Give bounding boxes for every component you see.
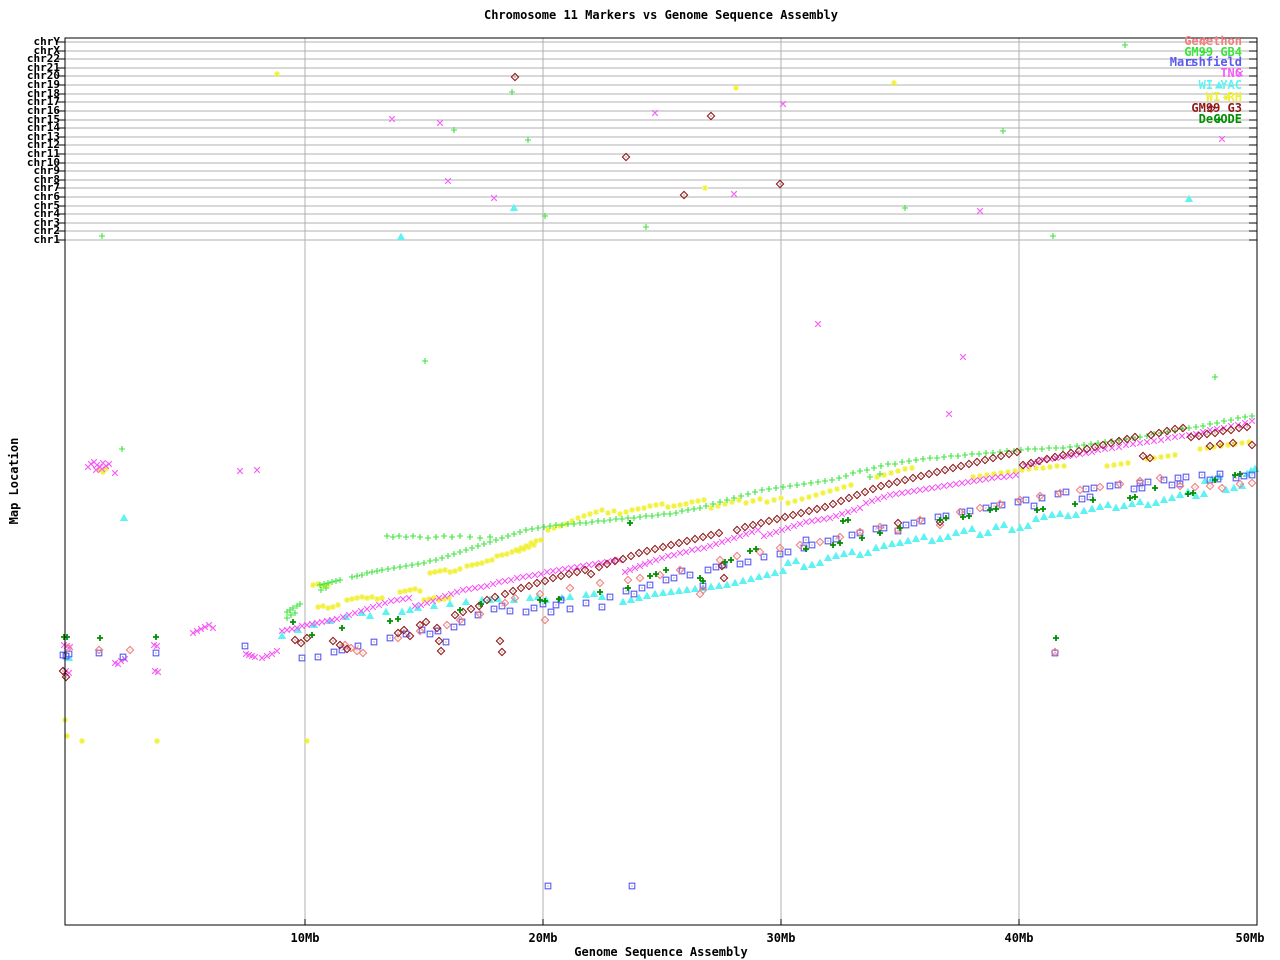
x-tick-label-10Mb: 10Mb (290, 931, 320, 945)
series-wi-rh (62, 71, 1252, 744)
chart-root: Chromosome 11 Markers vs Genome Sequence… (0, 0, 1280, 960)
series-wi-yac (64, 194, 1260, 661)
y-tick-label-chr1: chr1 (33, 233, 61, 246)
x-tick-label-50Mb: 50Mb (1235, 931, 1265, 945)
x-tick-label-30Mb: 30Mb (766, 931, 796, 945)
x-tick-label-40Mb: 40Mb (1004, 931, 1034, 945)
x-tick-label-20Mb: 20Mb (528, 931, 558, 945)
legend-marker-square-icon (1186, 59, 1194, 66)
series-decode (61, 471, 1243, 641)
y-axis-label: Map Location (7, 437, 21, 525)
series-genethon (63, 473, 1257, 658)
legend-item-decode: DeCODE (1199, 113, 1242, 126)
scatter-plot-canvas (57, 37, 1260, 926)
series-gm99-g3 (58, 72, 1257, 682)
series-tng (60, 100, 1256, 677)
legend-marker-plus-bold-icon (1215, 116, 1222, 123)
x-axis-label: Genome Sequence Assembly (574, 945, 748, 959)
series-marshfield (59, 470, 1256, 890)
series-gm99-gb4 (99, 42, 1255, 621)
chart-title: Chromosome 11 Markers vs Genome Sequence… (483, 8, 838, 22)
